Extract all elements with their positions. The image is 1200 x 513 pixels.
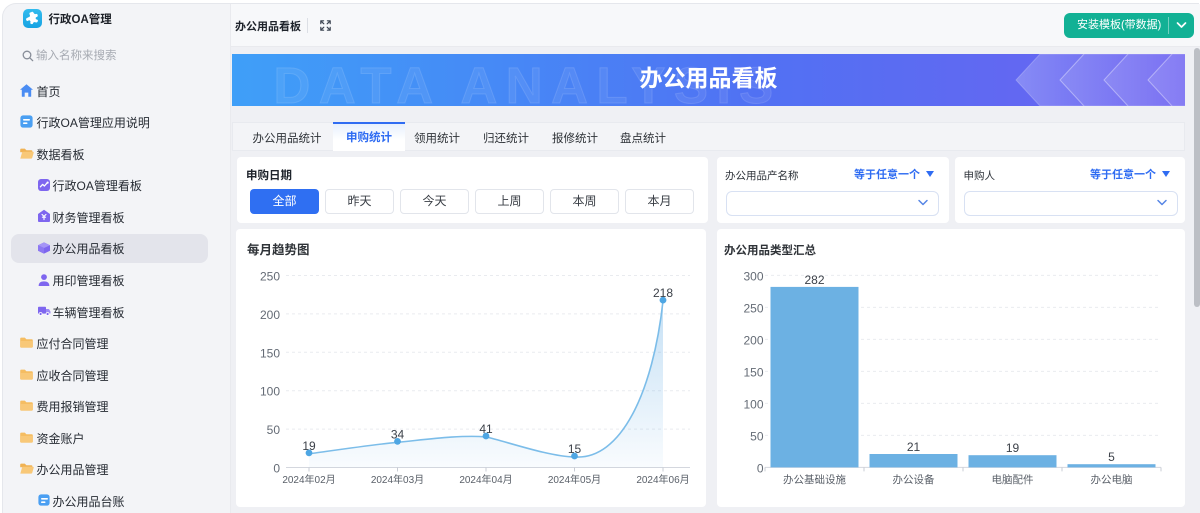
svg-text:2024年02月: 2024年02月	[282, 473, 335, 486]
svg-text:100: 100	[743, 397, 763, 411]
svg-text:218: 218	[653, 286, 673, 300]
svg-text:250: 250	[260, 270, 280, 284]
svg-text:200: 200	[260, 308, 280, 322]
svg-text:250: 250	[743, 301, 763, 315]
svg-text:0: 0	[757, 461, 764, 475]
svg-text:2024年05月: 2024年05月	[548, 473, 601, 486]
svg-text:100: 100	[260, 385, 280, 399]
svg-text:每月趋势图: 每月趋势图	[247, 242, 310, 257]
svg-text:0: 0	[273, 462, 280, 476]
svg-text:50: 50	[750, 429, 764, 443]
svg-text:150: 150	[743, 365, 763, 379]
svg-text:2024年06月: 2024年06月	[636, 473, 689, 486]
svg-text:办公设备: 办公设备	[893, 473, 935, 486]
svg-text:5: 5	[1108, 450, 1115, 464]
svg-text:办公用品类型汇总: 办公用品类型汇总	[724, 243, 816, 257]
svg-text:200: 200	[743, 333, 763, 347]
svg-text:15: 15	[568, 442, 582, 456]
svg-text:19: 19	[1006, 441, 1020, 455]
svg-text:办公基础设施: 办公基础设施	[783, 473, 846, 486]
svg-text:2024年04月: 2024年04月	[459, 473, 512, 486]
svg-text:50: 50	[267, 423, 281, 437]
svg-text:282: 282	[804, 273, 824, 287]
svg-text:34: 34	[391, 427, 405, 441]
svg-text:41: 41	[479, 422, 493, 436]
svg-text:电脑配件: 电脑配件	[992, 473, 1034, 486]
svg-text:300: 300	[743, 269, 763, 283]
svg-text:2024年03月: 2024年03月	[371, 473, 424, 486]
svg-text:办公电脑: 办公电脑	[1091, 473, 1133, 486]
svg-text:21: 21	[907, 440, 921, 454]
svg-text:19: 19	[302, 439, 316, 453]
svg-text:150: 150	[260, 346, 280, 360]
